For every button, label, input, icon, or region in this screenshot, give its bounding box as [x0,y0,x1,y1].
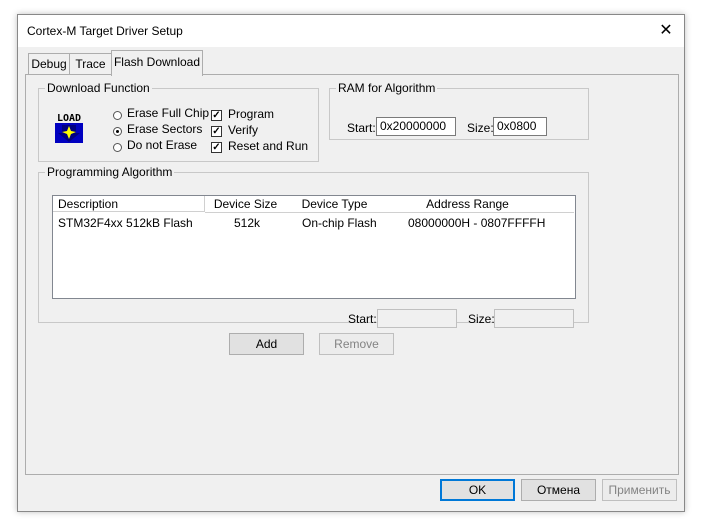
close-button[interactable]: ✕ [648,15,684,47]
load-icon-text: LOAD [57,113,81,124]
column-header-empty [552,196,574,213]
programming-algorithm-legend: Programming Algorithm [47,165,173,179]
column-header-device-size[interactable]: Device Size [205,196,287,213]
load-icon: LOAD [53,111,85,145]
algorithm-start-label: Start: [348,312,377,326]
algorithm-size-input[interactable] [494,309,574,328]
cancel-button[interactable]: Отмена [521,479,596,501]
ram-size-label: Size: [467,121,494,135]
column-header-description[interactable]: Description [53,196,205,212]
checkbox-verify-label: Verify [228,123,259,137]
dialog-window: Cortex-M Target Driver Setup ✕ Debug Tra… [17,14,685,512]
tab-trace[interactable]: Trace [69,53,112,75]
title-bar: Cortex-M Target Driver Setup ✕ [18,15,684,47]
tab-panel: Download Function LOAD Erase Full Chip E… [25,74,679,475]
ram-algorithm-group: RAM for Algorithm Start: 0x20000000 Size… [329,81,589,140]
ram-start-label: Start: [347,121,376,135]
radio-erase-full-chip-label: Erase Full Chip [127,106,210,120]
cell-device-type: On-chip Flash [302,216,377,230]
ram-start-input[interactable]: 0x20000000 [376,117,456,136]
column-header-device-type[interactable]: Device Type [286,196,384,213]
cell-address-range: 08000000H - 0807FFFFH [408,216,546,230]
checkbox-verify[interactable]: ✓ [211,126,222,137]
tab-debug[interactable]: Debug [28,53,70,75]
radio-do-not-erase-label: Do not Erase [127,138,198,152]
radio-do-not-erase[interactable] [113,143,122,152]
ram-size-input[interactable]: 0x0800 [493,117,547,136]
checkbox-program[interactable]: ✓ [211,110,222,121]
window-title: Cortex-M Target Driver Setup [27,24,183,38]
algorithm-start-input[interactable] [377,309,457,328]
download-function-group: Download Function LOAD Erase Full Chip E… [38,81,319,162]
algorithm-size-label: Size: [468,312,495,326]
programming-algorithm-group: Programming Algorithm Description Device… [38,165,589,328]
ok-button[interactable]: OK [440,479,515,501]
radio-erase-full-chip[interactable] [113,111,122,120]
add-button[interactable]: Add [229,333,304,355]
checkbox-reset-and-run-label: Reset and Run [228,139,309,153]
close-icon: ✕ [659,22,673,39]
column-header-address-range[interactable]: Address Range [383,196,553,213]
tab-flash-download[interactable]: Flash Download [111,50,203,76]
checkbox-reset-and-run[interactable]: ✓ [211,142,222,153]
cell-description: STM32F4xx 512kB Flash [58,216,193,230]
radio-erase-sectors-label: Erase Sectors [127,122,203,136]
ram-algorithm-legend: RAM for Algorithm [338,81,436,95]
checkbox-program-label: Program [228,107,275,121]
remove-button[interactable]: Remove [319,333,394,355]
radio-erase-sectors[interactable] [113,127,122,136]
apply-button[interactable]: Применить [602,479,677,501]
algorithm-list[interactable]: Description Device Size Device Type Addr… [52,195,576,299]
download-function-legend: Download Function [47,81,150,95]
cell-device-size: 512k [234,216,261,230]
